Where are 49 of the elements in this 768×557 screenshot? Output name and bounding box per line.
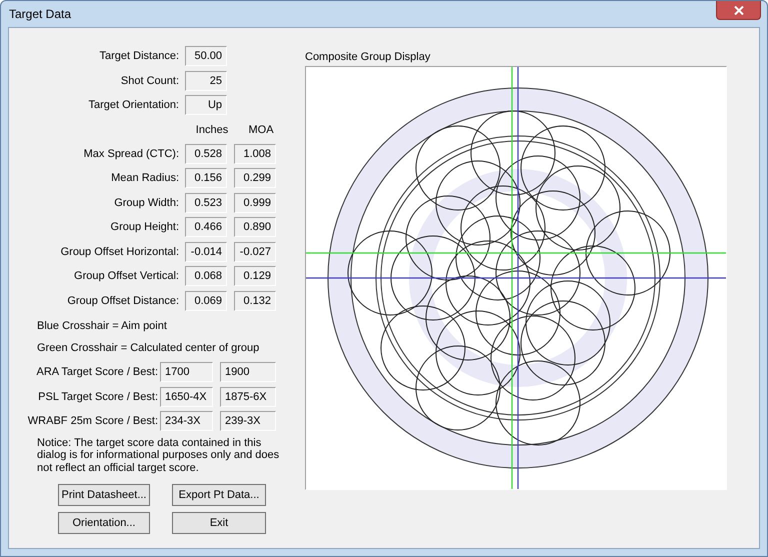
dialog-button[interactable]: Orientation... xyxy=(58,512,150,534)
value-field: 0.523 xyxy=(185,192,227,212)
field-label: Group Width: xyxy=(113,196,180,208)
field-label: Max Spread (CTC): xyxy=(82,148,180,160)
value-field: Up xyxy=(185,95,227,115)
legend-text: Green Crosshair = Calculated center of group xyxy=(37,341,260,356)
column-header: Inches xyxy=(194,124,230,138)
value-field: -0.027 xyxy=(234,242,276,262)
value-field: 1.008 xyxy=(234,144,276,164)
value-field: 0.129 xyxy=(234,266,276,286)
field-label: Mean Radius: xyxy=(110,172,180,184)
value-field: 0.069 xyxy=(185,290,227,310)
value-field: 0.999 xyxy=(234,192,276,212)
field-label: Group Offset Vertical: xyxy=(73,270,180,282)
score-field: 234-3X xyxy=(160,411,213,431)
value-field: 0.132 xyxy=(234,290,276,310)
notice-text: Notice: The target score data contained in this dialog is for informational purposes only and does not reflect an official target score. xyxy=(37,436,280,474)
dialog-button[interactable]: Exit xyxy=(172,512,266,534)
close-button[interactable] xyxy=(716,1,761,20)
field-label: ARA Target Score / Best: xyxy=(36,366,159,378)
value-field: 0.466 xyxy=(185,217,227,237)
field-label: Group Height: xyxy=(110,221,180,233)
field-label: Target Distance: xyxy=(98,50,180,62)
value-field: 0.068 xyxy=(185,266,227,286)
value-field: 0.156 xyxy=(185,168,227,188)
dialog-button[interactable]: Export Pt Data... xyxy=(172,484,266,506)
value-field: 0.299 xyxy=(234,168,276,188)
display-title: Composite Group Display xyxy=(305,50,432,65)
score-field: 1900 xyxy=(220,362,276,382)
close-icon xyxy=(734,6,744,14)
score-field: 1700 xyxy=(160,362,213,382)
value-field: 0.528 xyxy=(185,144,227,164)
field-label: Shot Count: xyxy=(120,74,180,86)
dialog-button[interactable]: Print Datasheet... xyxy=(58,484,150,506)
value-field: 0.890 xyxy=(234,217,276,237)
field-label: WRABF 25m Score / Best: xyxy=(26,415,159,427)
column-header: MOA xyxy=(247,124,275,138)
field-label: Target Orientation: xyxy=(88,99,180,111)
field-label: Group Offset Distance: xyxy=(66,294,180,306)
value-field: -0.014 xyxy=(185,242,227,262)
score-field: 1875-6X xyxy=(220,386,276,406)
value-field: 50.00 xyxy=(185,46,227,66)
field-label: Group Offset Horizontal: xyxy=(60,246,180,258)
field-label: PSL Target Score / Best: xyxy=(37,390,159,402)
value-field: 25 xyxy=(185,70,227,90)
legend-text: Blue Crosshair = Aim point xyxy=(37,319,168,334)
window-title: Target Data xyxy=(9,7,72,21)
score-field: 239-3X xyxy=(220,411,276,431)
score-field: 1650-4X xyxy=(160,386,213,406)
